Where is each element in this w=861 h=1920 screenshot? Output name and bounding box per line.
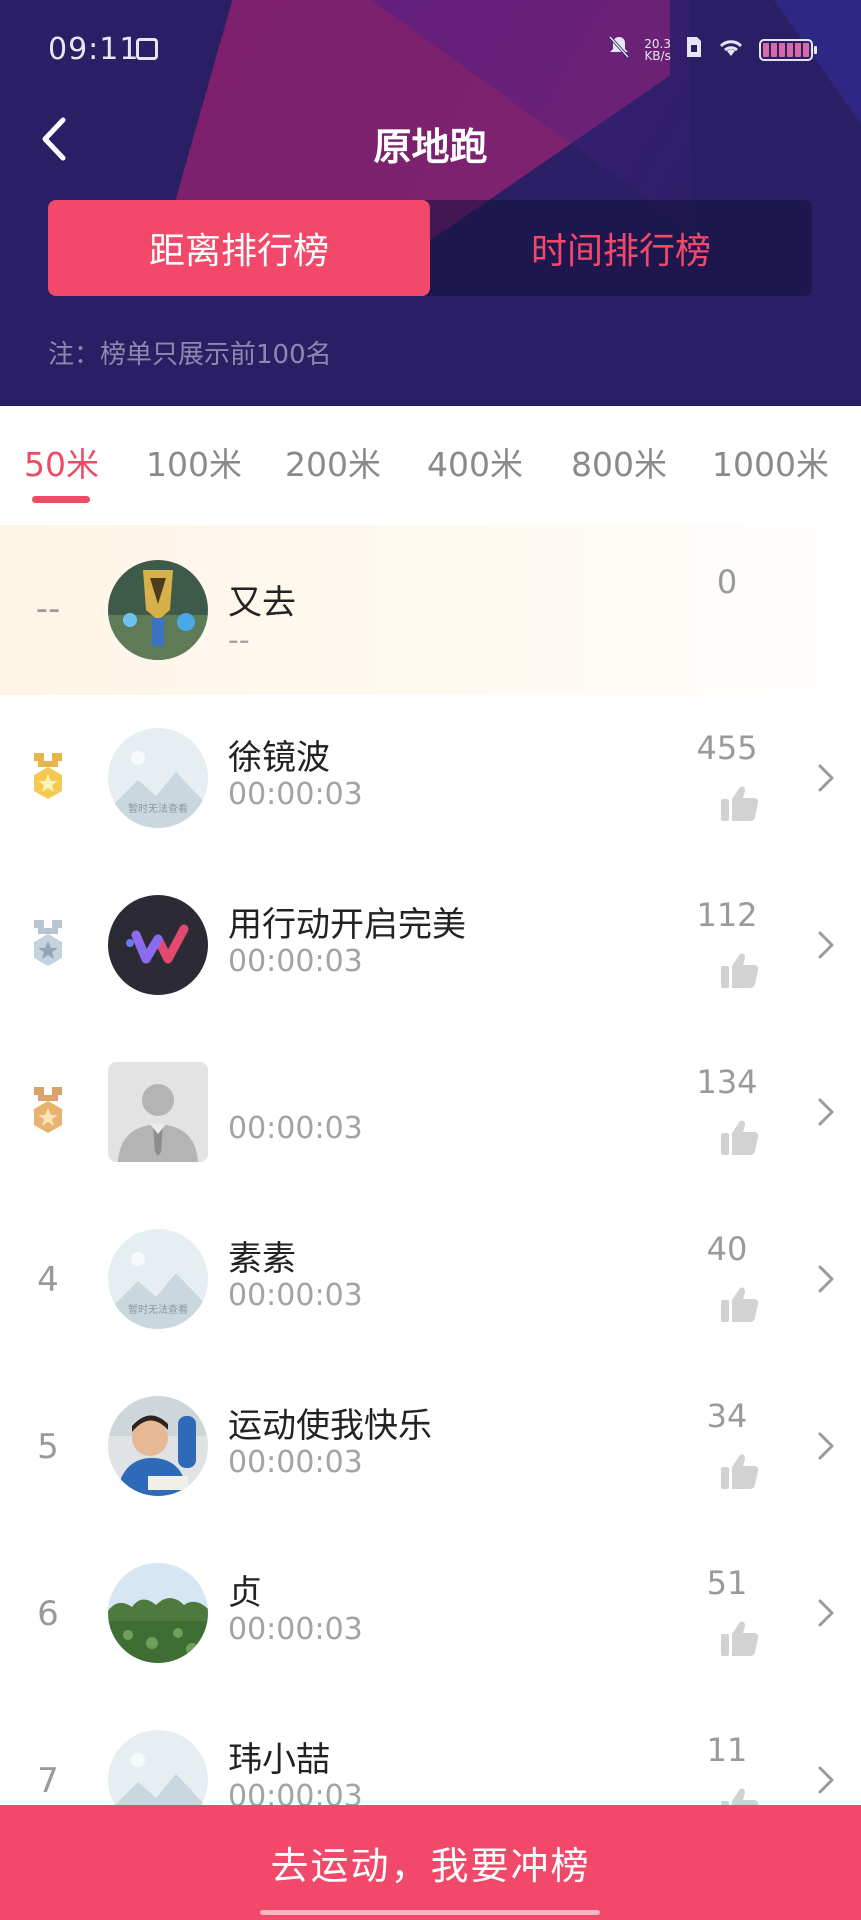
leaderboard-note: 注：榜单只展示前100名 <box>48 340 332 370</box>
user-name: 玮小喆 <box>228 1740 330 1780</box>
tab-800m[interactable]: 800米 <box>571 438 667 486</box>
chevron-right-icon <box>818 1766 834 1794</box>
avatar <box>108 1396 208 1496</box>
like-count: 51 <box>706 1564 748 1602</box>
user-name: 素素 <box>228 1239 296 1279</box>
network-speed-unit: KB/s <box>644 49 671 63</box>
ranking-row[interactable]: 00:00:03 134 <box>0 1029 861 1196</box>
rank-number: -- <box>35 589 61 629</box>
avatar <box>108 1563 208 1663</box>
rank-number: 4 <box>37 1260 59 1300</box>
like-count: 34 <box>706 1397 748 1435</box>
user-name: 运动使我快乐 <box>228 1406 432 1446</box>
like-count: 134 <box>696 1063 758 1101</box>
chevron-right-icon <box>818 931 834 959</box>
thumbs-up-icon[interactable] <box>721 1620 759 1656</box>
like-count: 0 <box>716 563 738 601</box>
avatar <box>108 1062 208 1162</box>
battery-icon <box>759 39 817 61</box>
thumbs-up-icon[interactable] <box>721 1119 759 1155</box>
page-title: 原地跑 <box>373 125 488 169</box>
header: 09:11 20.3 KB/s 原地跑 距离排行榜 时间排行榜 注：榜单只展示前… <box>0 0 861 406</box>
rank-number: 7 <box>37 1761 59 1801</box>
ranking-row[interactable]: 5 运动使我快乐 00:00:03 34 <box>0 1363 861 1530</box>
ranking-row[interactable]: 6 贞 00:00:03 51 <box>0 1530 861 1697</box>
chevron-right-icon <box>818 1599 834 1627</box>
tab-time-leaderboard[interactable]: 时间排行榜 <box>430 200 812 296</box>
ranking-row[interactable]: 暂时无法查看 徐镜波 00:00:03 455 <box>0 695 861 862</box>
thumbs-up-icon[interactable] <box>721 952 759 988</box>
mute-icon <box>608 35 630 65</box>
user-time: 00:00:03 <box>228 944 363 979</box>
user-time: 00:00:03 <box>228 1111 363 1146</box>
thumbs-up-icon[interactable] <box>721 1286 759 1322</box>
status-time: 09:11 <box>48 32 140 67</box>
user-name: 贞 <box>228 1573 262 1613</box>
go-exercise-button[interactable]: 去运动，我要冲榜 <box>0 1805 861 1920</box>
rank-number: 6 <box>37 1594 59 1634</box>
bronze-medal-icon <box>34 1087 62 1133</box>
like-count: 40 <box>706 1230 748 1268</box>
status-bar: 09:11 20.3 KB/s <box>0 0 861 100</box>
tab-400m[interactable]: 400米 <box>427 438 523 486</box>
avatar-caption: 暂时无法查看 <box>128 1305 188 1316</box>
chevron-right-icon <box>818 764 834 792</box>
user-name: 用行动开启完美 <box>228 905 466 945</box>
my-ranking-row: -- 又去 -- 0 <box>0 525 861 695</box>
chevron-right-icon <box>818 1265 834 1293</box>
network-speed: 20.3 KB/s <box>644 38 671 62</box>
like-count: 112 <box>696 896 758 934</box>
rank-number: 5 <box>37 1427 59 1467</box>
tab-1000m[interactable]: 1000米 <box>712 438 829 486</box>
active-tab-indicator <box>32 496 90 503</box>
chevron-right-icon <box>818 1432 834 1460</box>
tab-distance-leaderboard[interactable]: 距离排行榜 <box>48 200 430 296</box>
gold-medal-icon <box>34 753 62 799</box>
avatar <box>108 895 208 995</box>
tab-100m[interactable]: 100米 <box>146 438 242 486</box>
status-icons: 20.3 KB/s <box>608 32 817 68</box>
user-name: 又去 <box>228 583 296 623</box>
user-time: 00:00:03 <box>228 1445 363 1480</box>
tab-50m[interactable]: 50米 <box>24 438 99 486</box>
avatar: 暂时无法查看 <box>108 1229 208 1329</box>
thumbs-up-icon[interactable] <box>721 785 759 821</box>
chevron-right-icon <box>818 1098 834 1126</box>
thumbs-up-icon[interactable] <box>721 1453 759 1489</box>
user-time: 00:00:03 <box>228 1612 363 1647</box>
ranking-row[interactable]: 用行动开启完美 00:00:03 112 <box>0 862 861 1029</box>
avatar-caption: 暂时无法查看 <box>128 804 188 815</box>
home-indicator <box>260 1910 600 1915</box>
tab-200m[interactable]: 200米 <box>285 438 381 486</box>
like-count: 455 <box>696 729 758 767</box>
silver-medal-icon <box>34 920 62 966</box>
user-name: 徐镜波 <box>228 738 330 778</box>
user-time: 00:00:03 <box>228 1278 363 1313</box>
user-time: 00:00:03 <box>228 777 363 812</box>
wifi-icon <box>717 36 745 64</box>
user-time: -- <box>228 623 250 658</box>
ranking-row[interactable]: 4 暂时无法查看 素素 00:00:03 40 <box>0 1196 861 1363</box>
like-count: 11 <box>706 1731 748 1769</box>
distance-tabs: 50米 100米 200米 400米 800米 1000米 <box>0 406 861 506</box>
message-icon <box>136 38 158 60</box>
avatar: 暂时无法查看 <box>108 728 208 828</box>
avatar <box>108 560 208 660</box>
leaderboard-tabs: 距离排行榜 时间排行榜 <box>48 200 812 296</box>
sim-icon <box>685 35 703 65</box>
